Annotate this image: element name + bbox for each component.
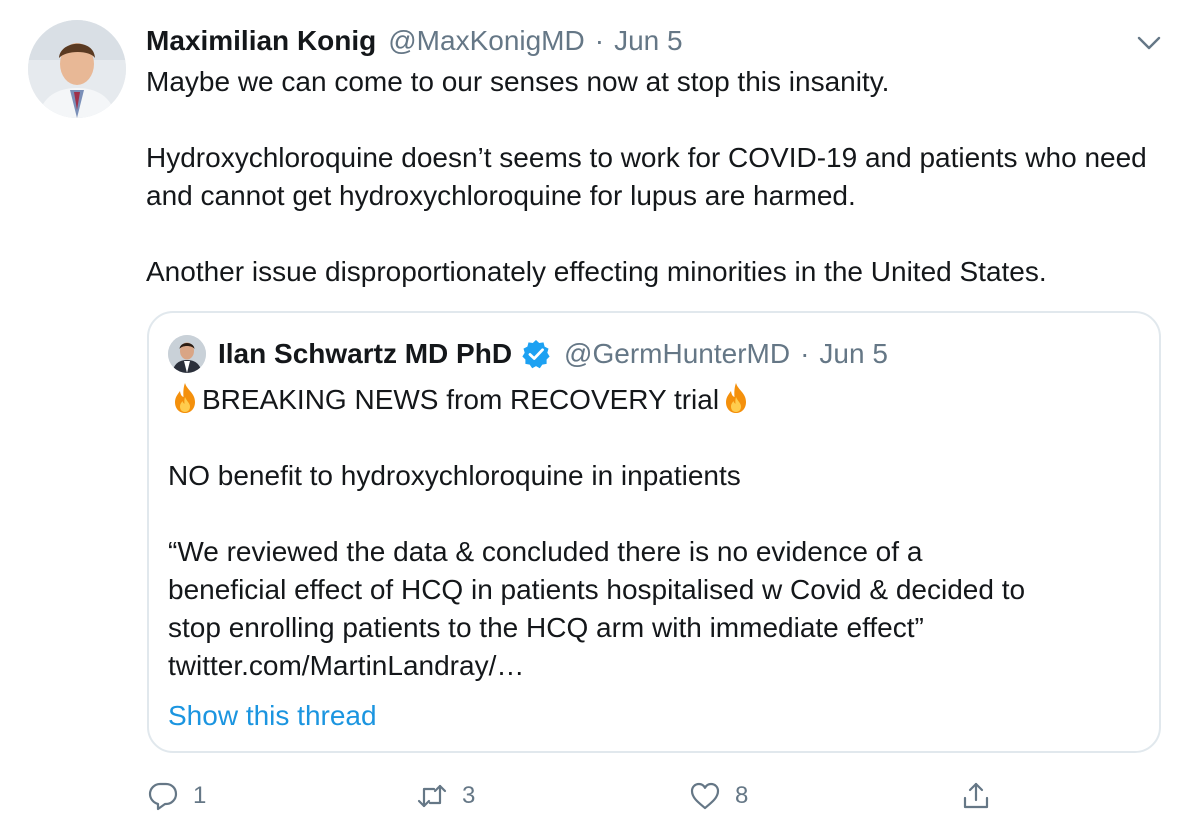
separator-dot: · xyxy=(594,25,605,56)
retweet-button[interactable]: 3 xyxy=(416,776,475,816)
quoted-text-line: NO benefit to hydroxychloroquine in inpa… xyxy=(168,460,741,491)
quoted-tweet-text: BREAKING NEWS from RECOVERY trial NO ben… xyxy=(168,381,1148,685)
chevron-down-icon[interactable] xyxy=(1134,28,1164,58)
quoted-link[interactable]: twitter.com/MartinLandray/… xyxy=(168,647,1148,685)
quoted-tweet-date: Jun 5 xyxy=(819,338,888,369)
heart-icon xyxy=(690,782,720,810)
verified-badge-icon xyxy=(522,340,550,369)
separator-dot: · xyxy=(800,338,810,369)
show-thread-link[interactable]: Show this thread xyxy=(168,697,377,735)
reply-icon xyxy=(148,782,178,811)
action-bar: 1 3 8 xyxy=(0,776,1192,816)
like-button[interactable]: 8 xyxy=(689,776,748,816)
retweet-count: 3 xyxy=(462,782,476,809)
quoted-text-line: beneficial effect of HCQ in patients hos… xyxy=(168,574,1026,605)
quoted-headline: BREAKING NEWS from RECOVERY trial xyxy=(202,384,720,415)
fire-emoji-icon xyxy=(726,383,747,413)
fire-emoji-icon xyxy=(175,383,195,413)
quoted-author-handle: @GermHunterMD xyxy=(564,338,791,369)
share-icon xyxy=(963,782,989,809)
reply-button[interactable]: 1 xyxy=(147,776,206,816)
like-count: 8 xyxy=(735,782,749,809)
author-avatar[interactable] xyxy=(28,20,126,118)
tweet-date[interactable]: Jun 5 xyxy=(614,25,683,57)
quoted-tweet[interactable]: Ilan Schwartz MD PhD @GermHunterMD · Jun… xyxy=(147,311,1161,753)
share-button[interactable] xyxy=(960,776,992,816)
quoted-text-line: “We reviewed the data & concluded there … xyxy=(168,536,923,567)
quoted-author-name: Ilan Schwartz MD PhD xyxy=(218,338,513,369)
retweet-icon xyxy=(417,784,447,808)
quoted-text-line: stop enrolling patients to the HCQ arm w… xyxy=(168,612,924,643)
author-name[interactable]: Maximilian Konig xyxy=(146,25,376,57)
author-handle[interactable]: @MaxKonigMD xyxy=(388,25,584,57)
quoted-author-avatar xyxy=(168,335,206,373)
reply-count: 1 xyxy=(193,782,207,809)
tweet[interactable]: Maximilian Konig @MaxKonigMD · Jun 5 May… xyxy=(0,0,1192,832)
tweet-text: Maybe we can come to our senses now at s… xyxy=(146,66,1147,287)
quoted-headline-line: BREAKING NEWS from RECOVERY trial xyxy=(168,381,1148,419)
tweet-header: Maximilian Konig @MaxKonigMD · Jun 5 xyxy=(146,24,683,58)
quoted-tweet-header: Ilan Schwartz MD PhD @GermHunterMD · Jun… xyxy=(218,335,888,373)
